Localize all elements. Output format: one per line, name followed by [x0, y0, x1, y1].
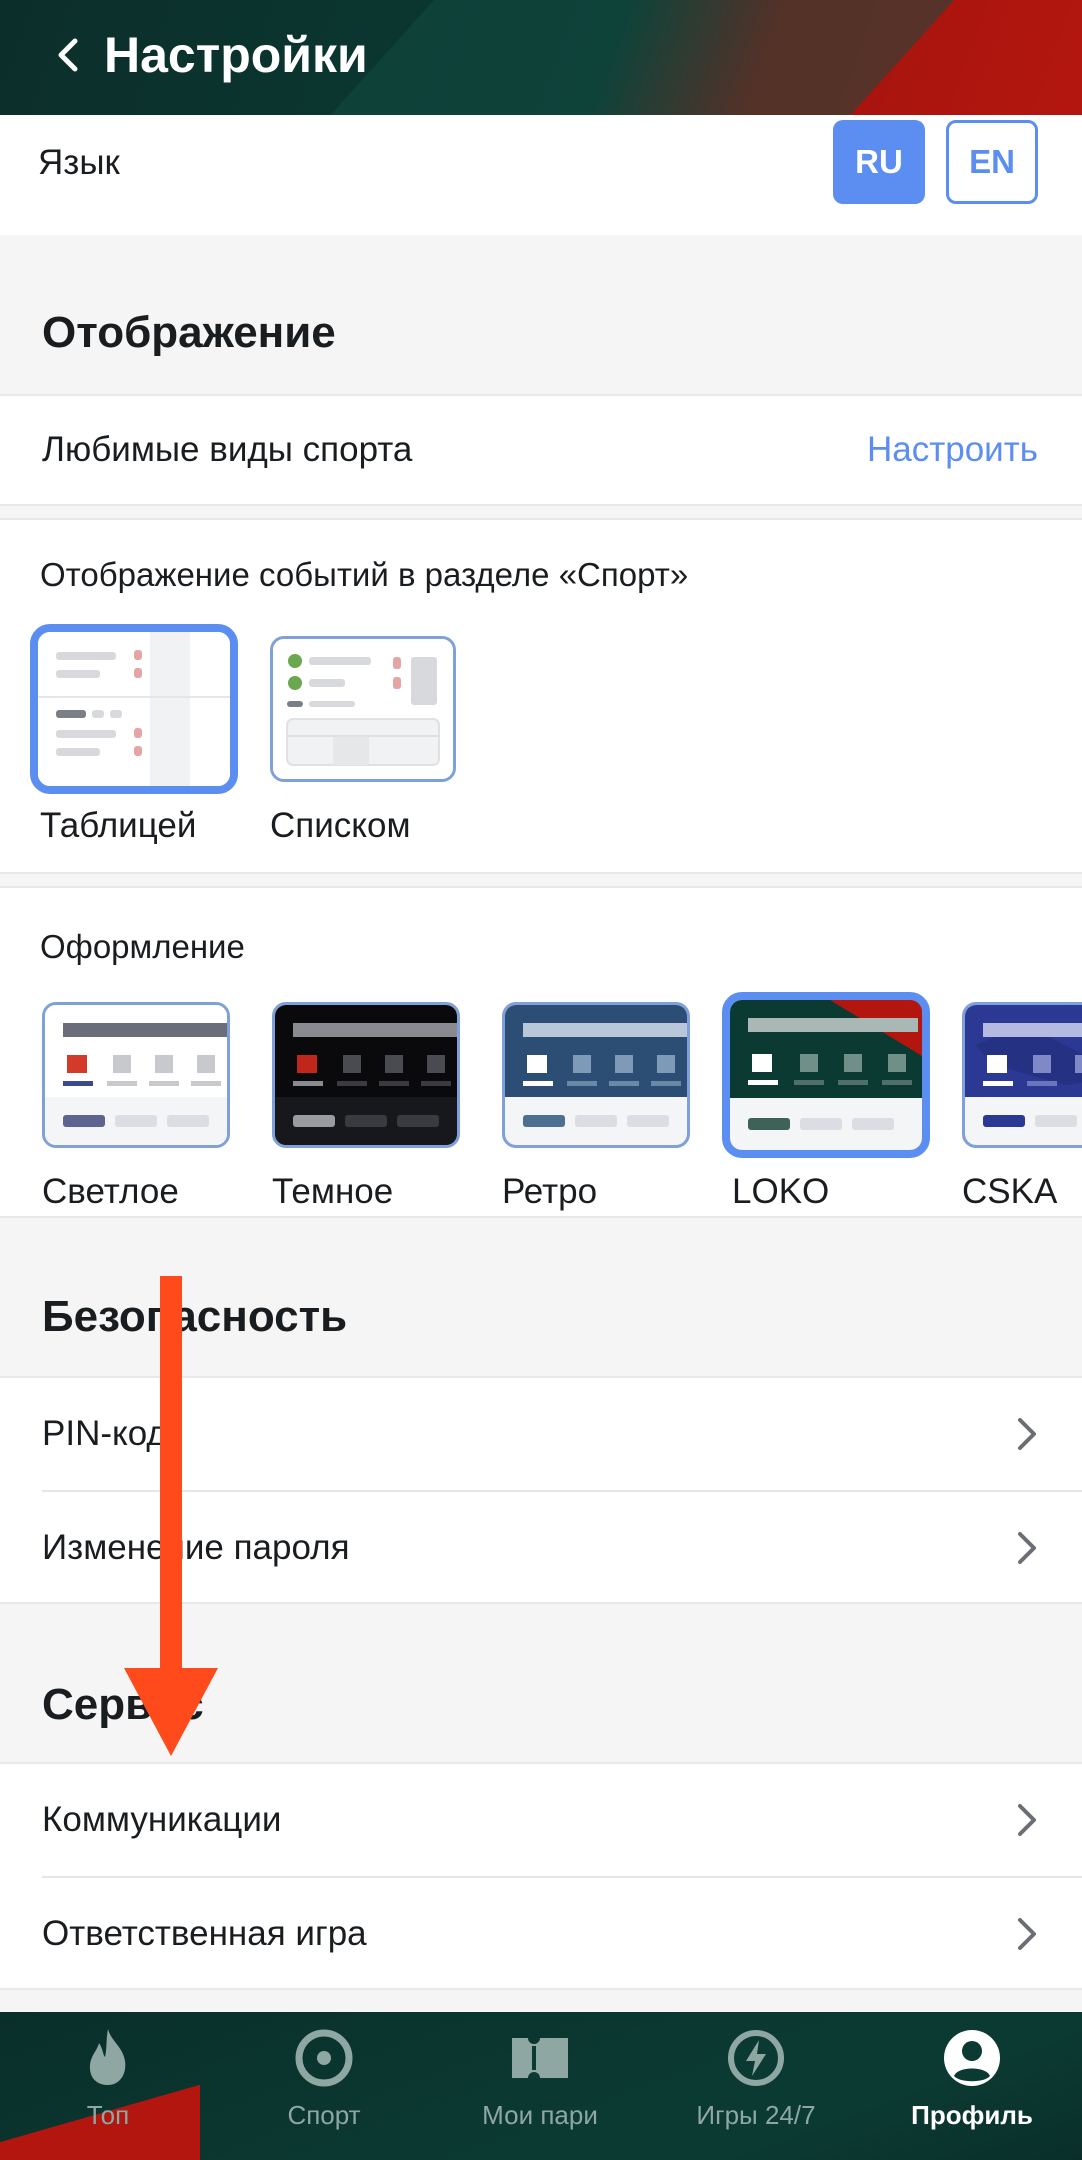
theme-dark-preview-icon — [275, 1005, 457, 1145]
language-en-button[interactable]: EN — [946, 120, 1038, 204]
theme-retro-preview-icon — [505, 1005, 687, 1145]
events-view-list-label: Списком — [270, 806, 411, 845]
theme-retro-label: Ретро — [502, 1172, 598, 1211]
pin-code-label: PIN-код — [42, 1414, 167, 1453]
flame-icon — [89, 2029, 126, 2085]
events-view-label: Отображение событий в разделе «Спорт» — [40, 556, 689, 593]
user-profile-icon — [944, 2030, 1000, 2086]
language-label: Язык — [38, 143, 120, 182]
chevron-right-icon — [1018, 1918, 1036, 1950]
nav-games-label: Игры 24/7 — [696, 2100, 816, 2130]
security-section-title: Безопасность — [42, 1292, 348, 1341]
communications-label: Коммуникации — [42, 1800, 282, 1839]
events-view-list-option[interactable] — [270, 636, 456, 782]
nav-sport-label: Спорт — [287, 2100, 361, 2130]
theme-loko-option[interactable] — [722, 992, 930, 1158]
nav-sport[interactable]: Спорт — [224, 2026, 424, 2146]
chevron-left-icon — [58, 38, 78, 72]
chevron-right-icon — [1018, 1532, 1036, 1564]
settings-screen: Настройки Язык RU EN Отображение Любимые… — [0, 0, 1082, 2160]
communications-item[interactable]: Коммуникации — [0, 1764, 1082, 1876]
nav-profile[interactable]: Профиль — [872, 2026, 1072, 2146]
display-section-title: Отображение — [42, 308, 336, 357]
target-icon — [295, 2029, 353, 2087]
nav-games[interactable]: Игры 24/7 — [656, 2026, 856, 2146]
theme-light-preview-icon — [45, 1005, 227, 1145]
service-list: Коммуникации Ответственная игра — [0, 1762, 1082, 1990]
favorite-sports-label: Любимые виды спорта — [42, 430, 413, 469]
table-layout-icon — [38, 632, 230, 786]
theme-dark-option[interactable] — [272, 1002, 460, 1148]
theme-cska-preview-icon — [965, 1005, 1082, 1145]
favorite-sports-row[interactable]: Любимые виды спорта Настроить — [0, 394, 1082, 506]
theme-light-label: Светлое — [42, 1172, 179, 1211]
language-ru-button[interactable]: RU — [833, 120, 925, 204]
app-header: Настройки — [0, 0, 1082, 115]
theme-loko-preview-icon — [730, 1000, 922, 1150]
chevron-right-icon — [1018, 1418, 1036, 1450]
theme-retro-option[interactable] — [502, 1002, 690, 1148]
events-view-table-option[interactable] — [30, 624, 238, 794]
change-password-label: Изменение пароля — [42, 1528, 350, 1567]
themes-row: Оформление Светлое Темное Ретро LOKO CSK… — [0, 886, 1082, 1218]
page-title: Настройки — [104, 27, 368, 83]
back-button[interactable] — [46, 30, 90, 80]
nav-my-bets-label: Мои пари — [482, 2100, 598, 2130]
events-view-row: Отображение событий в разделе «Спорт» Та — [0, 518, 1082, 874]
themes-label: Оформление — [40, 928, 245, 965]
events-view-table-label: Таблицей — [40, 806, 197, 845]
theme-cska-option[interactable] — [962, 1002, 1082, 1148]
annotation-arrow-head — [124, 1668, 218, 1756]
theme-loko-label: LOKO — [732, 1172, 830, 1211]
list-layout-icon — [273, 639, 453, 779]
responsible-gaming-label: Ответственная игра — [42, 1914, 367, 1953]
theme-dark-label: Темное — [272, 1172, 394, 1211]
lightning-icon — [728, 2030, 784, 2086]
theme-light-option[interactable] — [42, 1002, 230, 1148]
theme-cska-label: CSKA — [962, 1172, 1058, 1211]
ticket-icon — [512, 2038, 568, 2078]
annotation-arrow-shaft — [160, 1276, 182, 1686]
responsible-gaming-item[interactable]: Ответственная игра — [0, 1878, 1082, 1990]
nav-profile-label: Профиль — [911, 2100, 1033, 2130]
nav-my-bets[interactable]: Мои пари — [440, 2026, 640, 2146]
chevron-right-icon — [1018, 1804, 1036, 1836]
nav-top-label: Топ — [86, 2100, 130, 2130]
configure-link[interactable]: Настроить — [867, 430, 1038, 470]
bottom-navigation: Топ Спорт Мои пари Игры 24/7 Профиль — [0, 2012, 1082, 2160]
nav-top[interactable]: Топ — [8, 2026, 208, 2146]
